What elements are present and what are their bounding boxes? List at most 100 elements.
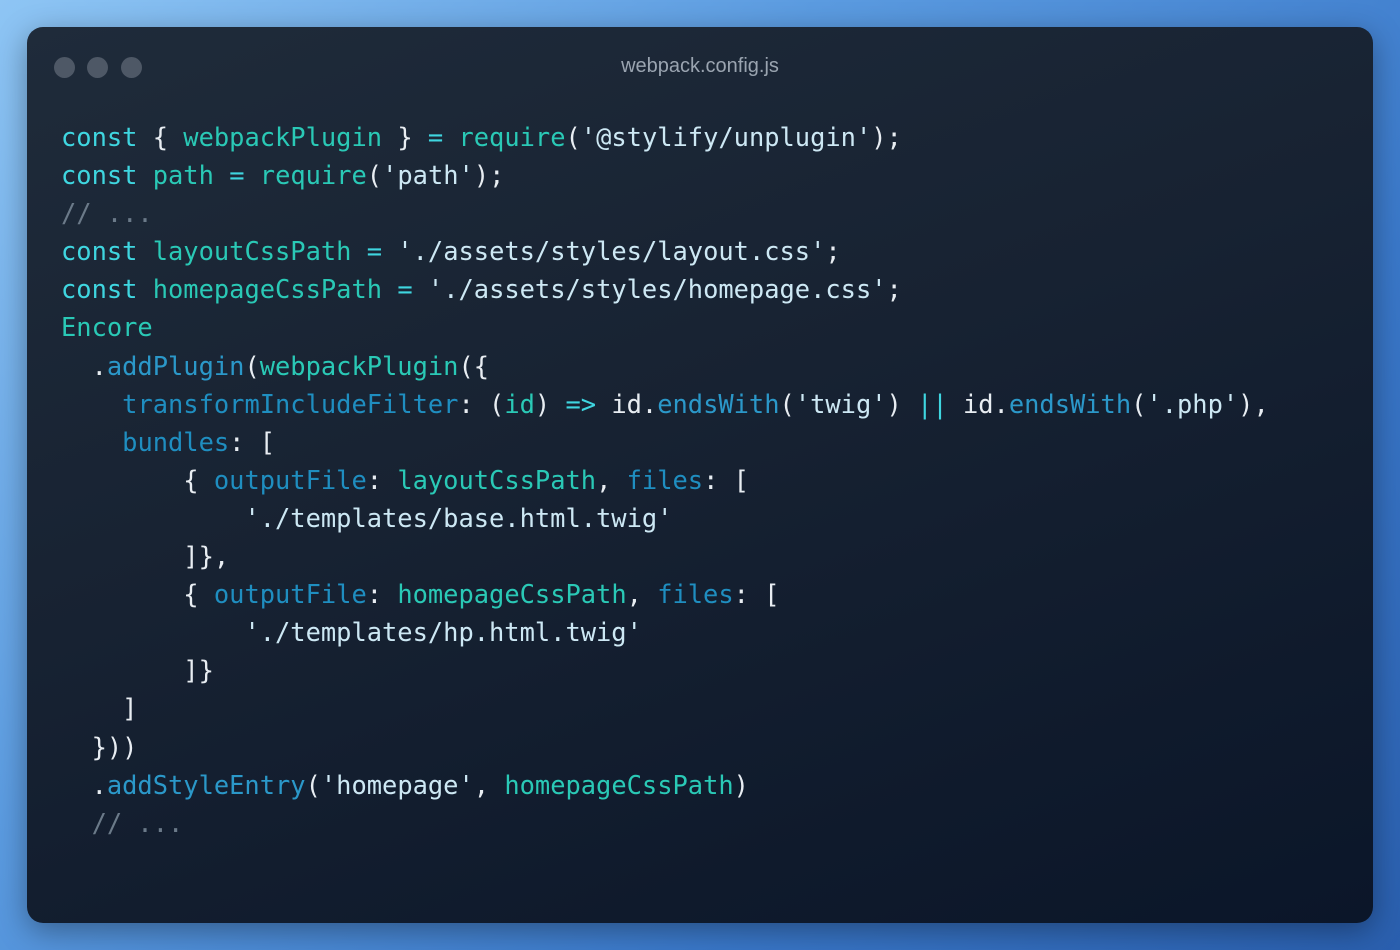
code-token: bundles <box>122 426 230 457</box>
code-token: ; <box>886 274 902 305</box>
code-token: ), <box>1238 388 1269 419</box>
code-token: : <box>366 579 398 610</box>
code-line: ] <box>61 689 1269 727</box>
code-token: homepageCssPath <box>504 769 734 800</box>
code-token: id. <box>596 388 658 419</box>
code-token: : <box>366 464 398 495</box>
code-token: 'homepage' <box>320 769 474 800</box>
window-title: webpack.config.js <box>621 55 779 77</box>
code-token: path <box>152 160 214 191</box>
code-token: : ( <box>458 388 505 419</box>
code-token: const <box>61 236 138 267</box>
code-token: '.php' <box>1146 388 1239 419</box>
code-token: { <box>137 122 184 152</box>
code-token: endsWith <box>1008 388 1132 419</box>
code-token: ( <box>1131 388 1147 419</box>
code-token: transformIncludeFilter <box>122 388 459 419</box>
code-token: // ... <box>61 807 184 838</box>
code-token: , <box>626 579 658 610</box>
code-token: webpackPlugin <box>259 350 459 381</box>
code-token: './assets/styles/homepage.css' <box>427 274 887 305</box>
code-line: const homepageCssPath = './assets/styles… <box>61 270 1269 308</box>
code-token: endsWith <box>657 388 780 419</box>
code-token: id <box>504 388 535 419</box>
code-line: ]}, <box>61 537 1269 575</box>
code-token: ] <box>61 693 138 724</box>
code-token: ; <box>825 236 841 267</box>
code-token: : [ <box>229 426 276 457</box>
code-token: . <box>61 769 107 800</box>
code-line: './templates/hp.html.twig' <box>61 613 1269 651</box>
code-line: { outputFile: homepageCssPath, files: [ <box>61 575 1269 613</box>
code-token: { <box>61 579 214 610</box>
code-token: = <box>229 160 245 191</box>
code-token: : [ <box>703 464 749 495</box>
code-token: ( <box>244 350 260 381</box>
code-token: ]}, <box>61 541 230 572</box>
code-token: || <box>917 388 948 419</box>
code-line: const layoutCssPath = './assets/styles/l… <box>61 232 1269 270</box>
code-token: ( <box>779 388 795 419</box>
code-token: addPlugin <box>106 350 245 381</box>
code-token: // ... <box>61 198 153 229</box>
code-token: , <box>473 769 505 800</box>
code-token: homepageCssPath <box>152 274 383 305</box>
code-token: ) <box>886 388 918 419</box>
code-line: './templates/base.html.twig' <box>61 499 1269 537</box>
code-line: { outputFile: layoutCssPath, files: [ <box>61 461 1269 499</box>
code-token: require <box>458 122 566 152</box>
code-line: })) <box>61 728 1269 766</box>
code-token: id. <box>947 388 1009 419</box>
code-token: ( <box>366 160 383 191</box>
code-token: webpackPlugin <box>183 122 383 152</box>
code-token: homepageCssPath <box>397 579 627 610</box>
code-token: ( <box>565 122 581 152</box>
code-token: = <box>397 274 413 305</box>
code-line: bundles: [ <box>61 423 1269 461</box>
code-token: const <box>61 274 138 305</box>
code-line: .addStyleEntry('homepage', homepageCssPa… <box>61 766 1269 804</box>
code-token: } <box>382 122 428 152</box>
code-line: // ... <box>61 194 1269 232</box>
code-window: webpack.config.js const { webpackPlugin … <box>27 27 1373 923</box>
code-token: ( <box>305 769 321 800</box>
code-token: '@stylify/unplugin' <box>580 122 872 152</box>
code-token: ); <box>871 122 902 152</box>
code-token: layoutCssPath <box>152 236 352 267</box>
code-token: { <box>61 464 214 495</box>
code-token: = <box>427 122 444 152</box>
code-token: => <box>565 388 597 419</box>
code-token: const <box>61 160 138 191</box>
code-line: transformIncludeFilter: (id) => id.endsW… <box>61 385 1269 423</box>
code-token: files <box>657 579 734 610</box>
code-block[interactable]: const { webpackPlugin } = require('@styl… <box>61 118 1269 842</box>
code-line: // ... <box>61 804 1269 842</box>
code-token: : [ <box>733 579 780 610</box>
code-token: })) <box>61 731 138 762</box>
code-token: 'path' <box>382 160 474 191</box>
code-token: 'twig' <box>794 388 887 419</box>
code-token: files <box>626 464 704 495</box>
code-token: layoutCssPath <box>397 464 597 495</box>
code-line: Encore <box>61 308 1269 346</box>
code-token: ) <box>534 388 566 419</box>
code-token: './assets/styles/layout.css' <box>397 236 826 267</box>
code-line: ]} <box>61 651 1269 689</box>
code-token: outputFile <box>213 579 367 610</box>
title-bar: webpack.config.js <box>27 27 1373 107</box>
code-token: const <box>61 122 138 152</box>
code-line: const path = require('path'); <box>61 156 1269 194</box>
code-token: addStyleEntry <box>106 769 306 800</box>
